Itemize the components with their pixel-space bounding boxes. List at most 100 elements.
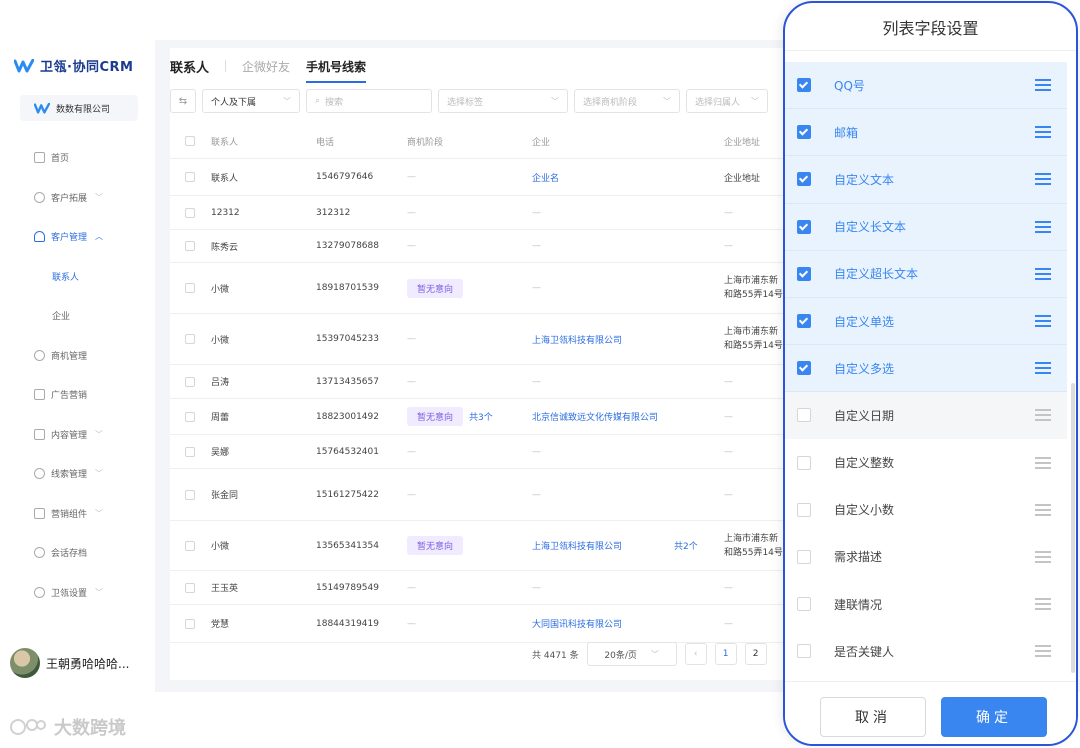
brand-logo[interactable]: 卫瓴·协同CRM (14, 56, 133, 75)
header-company[interactable]: 企业 (532, 124, 550, 158)
field-option[interactable]: 自定义超长文本 (785, 250, 1067, 298)
sidebar-item-enterprise[interactable]: 企业 (0, 296, 155, 336)
field-option[interactable]: QQ号 (785, 62, 1067, 110)
field-option[interactable]: 自定义小数 (785, 487, 1067, 534)
drag-handle-icon[interactable] (1035, 79, 1051, 92)
cell-company[interactable]: 北京信诚致远文化传媒有限公司 (532, 399, 658, 434)
row-checkbox[interactable] (185, 283, 195, 293)
drag-handle-icon[interactable] (1035, 409, 1051, 422)
swap-button[interactable]: ⇆ (170, 89, 196, 113)
drag-handle-icon[interactable] (1035, 598, 1051, 611)
sidebar-item-settings[interactable]: 卫瓴设置 ﹀ (0, 573, 155, 613)
header-phone[interactable]: 电话 (316, 124, 334, 158)
field-option[interactable]: 是否关键人 (785, 628, 1067, 676)
field-option[interactable]: 自定义整数 (785, 440, 1067, 487)
drag-handle-icon[interactable] (1035, 362, 1051, 375)
drag-handle-icon[interactable] (1035, 456, 1051, 469)
drag-handle-icon[interactable] (1035, 550, 1051, 563)
search-input[interactable]: ⌕ 搜索 (306, 89, 432, 113)
page-size-select[interactable]: 20条/页 ﹀ (586, 642, 677, 666)
table-row[interactable]: 吕涛 13713435657 — — — (170, 365, 810, 399)
row-checkbox[interactable] (185, 618, 195, 629)
sidebar-item-customer-expand[interactable]: 客户拓展 ﹀ (0, 178, 155, 218)
field-checkbox[interactable] (797, 408, 811, 423)
field-checkbox[interactable] (797, 597, 811, 612)
user-profile[interactable]: 王朝勇哈哈哈... (10, 648, 129, 678)
drag-handle-icon[interactable] (1035, 503, 1051, 516)
cell-company[interactable]: 上海卫瓴科技有限公司 (532, 521, 622, 570)
field-option[interactable]: 自定义文本 (785, 156, 1067, 204)
row-checkbox[interactable] (185, 582, 195, 593)
table-row[interactable]: 联系人 1546797646 — 企业名 企业地址 (170, 159, 810, 196)
table-row[interactable]: 张金同 15161275422 — — — (170, 469, 810, 521)
stage-select[interactable]: 选择商机阶段 ﹀ (574, 89, 680, 113)
field-option[interactable]: 自定义单选 (785, 297, 1067, 346)
cancel-button[interactable]: 取消 (820, 697, 926, 737)
sidebar-item-home[interactable]: 首页 (0, 138, 155, 178)
header-stage[interactable]: 商机阶段 (407, 124, 443, 158)
field-checkbox[interactable] (797, 644, 811, 659)
field-checkbox[interactable] (797, 125, 811, 140)
field-checkbox[interactable] (797, 549, 811, 564)
table-row[interactable]: 12312 312312 — — — (170, 196, 810, 230)
field-option[interactable]: 自定义长文本 (785, 203, 1067, 251)
tag-select[interactable]: 选择标签 ﹀ (438, 89, 568, 113)
header-contact[interactable]: 联系人 (211, 124, 238, 158)
cell-company[interactable]: 大同国讯科技有限公司 (532, 605, 622, 642)
field-checkbox[interactable] (797, 455, 811, 470)
drag-handle-icon[interactable] (1035, 220, 1051, 233)
field-option[interactable]: 需求描述 (785, 534, 1067, 582)
tab-contacts[interactable]: 联系人 (170, 57, 217, 76)
prev-page-button[interactable]: ‹ (684, 643, 707, 665)
drag-handle-icon[interactable] (1035, 645, 1051, 658)
row-checkbox[interactable] (185, 446, 195, 457)
sidebar-item-content[interactable]: 内容管理 ﹀ (0, 415, 155, 455)
cell-company[interactable]: 上海卫瓴科技有限公司 (532, 314, 622, 364)
field-option[interactable]: 自定义日期 (785, 392, 1067, 440)
field-option[interactable]: 建联情况 (785, 581, 1067, 629)
assignee-select[interactable]: 选择归属人 ﹀ (686, 89, 768, 113)
header-address[interactable]: 企业地址 (724, 124, 760, 158)
drag-handle-icon[interactable] (1035, 267, 1051, 280)
sidebar-item-marketing-components[interactable]: 营销组件 ﹀ (0, 494, 155, 534)
confirm-button[interactable]: 确定 (941, 697, 1047, 737)
row-checkbox[interactable] (185, 207, 195, 218)
field-checkbox[interactable] (797, 502, 811, 517)
row-checkbox[interactable] (185, 334, 195, 344)
table-row[interactable]: 王玉英 15149789549 — — — (170, 571, 810, 605)
scrollbar[interactable] (1071, 383, 1075, 673)
drag-handle-icon[interactable] (1035, 173, 1051, 186)
company-switcher[interactable]: 数数有限公司 (20, 95, 138, 121)
row-checkbox[interactable] (185, 540, 195, 551)
table-row[interactable]: 吴娜 15764532401 — — — (170, 435, 810, 469)
sidebar-item-customer-management[interactable]: 客户管理 ︿ (0, 217, 155, 257)
field-checkbox[interactable] (797, 361, 811, 376)
table-row[interactable]: 小微 13565341354 暂无意向 上海卫瓴科技有限公司 共2个 上海市浦东新 和路55… (170, 521, 810, 571)
field-checkbox[interactable] (797, 314, 811, 329)
field-option[interactable]: 自定义多选 (785, 345, 1067, 393)
row-checkbox[interactable] (185, 489, 195, 500)
table-row[interactable]: 小微 15397045233 — 上海卫瓴科技有限公司 上海市浦东新 和路55弄14号 (170, 314, 810, 365)
page-2-button[interactable]: 2 (744, 643, 767, 665)
sidebar-item-contacts[interactable]: 联系人 (0, 257, 155, 297)
field-checkbox[interactable] (797, 219, 811, 234)
tab-wecom-friends[interactable]: 企微好友 (234, 58, 298, 75)
row-checkbox[interactable] (185, 411, 195, 422)
select-all-checkbox[interactable] (185, 136, 195, 146)
drag-handle-icon[interactable] (1035, 126, 1051, 139)
field-checkbox[interactable] (797, 172, 811, 187)
cell-company[interactable]: 企业名 (532, 159, 559, 195)
stage-more-link[interactable]: 共3个 (469, 410, 493, 423)
sidebar-item-leads[interactable]: 线索管理 ﹀ (0, 454, 155, 494)
row-checkbox[interactable] (185, 172, 195, 182)
table-row[interactable]: 周蕾 18823001492 暂无意向 共3个 北京信诚致远文化传媒有限公司 — (170, 399, 810, 435)
tab-phone-leads[interactable]: 手机号线索 (298, 58, 374, 83)
drag-handle-icon[interactable] (1035, 315, 1051, 328)
row-checkbox[interactable] (185, 376, 195, 387)
row-checkbox[interactable] (185, 241, 195, 251)
sidebar-item-opportunity[interactable]: 商机管理 (0, 336, 155, 376)
table-row[interactable]: 小微 18918701539 暂无意向 — 上海市浦东新 和路55弄14号 (170, 263, 810, 314)
sidebar-item-chat-archive[interactable]: 会话存档 (0, 533, 155, 573)
field-checkbox[interactable] (797, 78, 811, 93)
table-row[interactable]: 陈秀云 13279078688 — — — (170, 230, 810, 263)
